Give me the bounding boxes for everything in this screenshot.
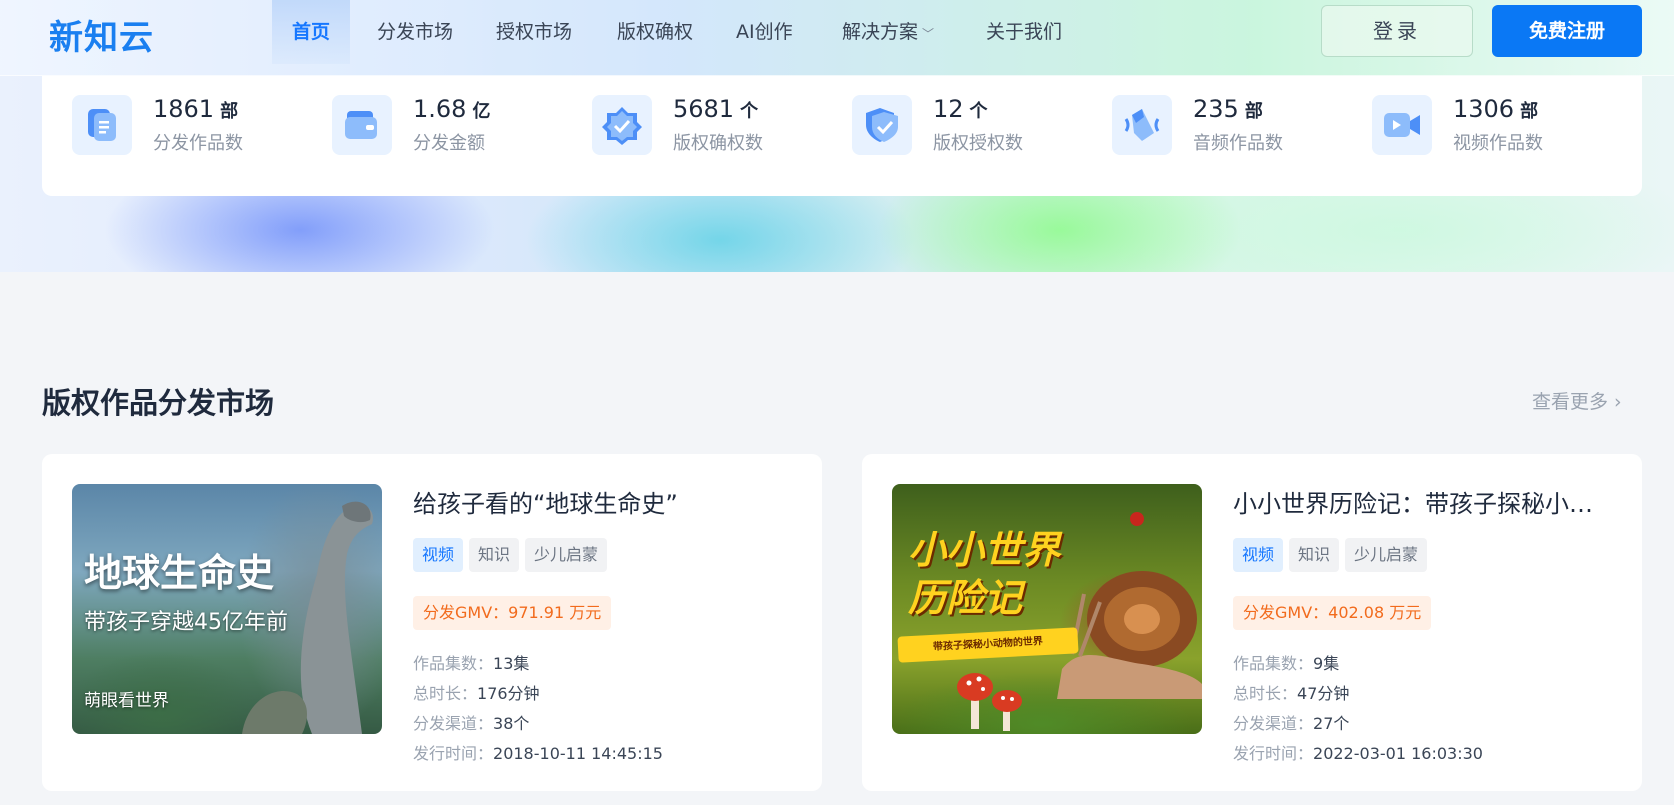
stat-unit: 个: [740, 101, 759, 122]
meta-value: 27个: [1313, 714, 1350, 733]
meta-episodes: 作品集数：9集: [1233, 650, 1339, 674]
meta-label: 发行时间：: [1233, 744, 1314, 763]
nav-item-label: 解决方案: [842, 21, 919, 43]
stat-unit: 亿: [472, 101, 491, 122]
meta-value: 2022-03-01 16:03:30: [1313, 744, 1483, 763]
chevron-right-icon: ›: [1614, 391, 1622, 413]
meta-value: 176分钟: [477, 684, 540, 703]
nav-item-label: 关于我们: [986, 21, 1063, 43]
meta-episodes: 作品集数：13集: [413, 650, 529, 674]
nav-item-label: 首页: [292, 21, 331, 43]
stat-label: 视频作品数: [1453, 133, 1543, 154]
stat-value: 1306: [1453, 95, 1515, 123]
meta-value: 9集: [1313, 654, 1340, 673]
stat-label: 分发金额: [413, 133, 485, 154]
chevron-down-icon: ﹀: [922, 27, 935, 41]
meta-value: 38个: [493, 714, 530, 733]
meta-release-time: 发行时间：2022-03-01 16:03:30: [1233, 740, 1483, 764]
stat-unit: 个: [969, 101, 988, 122]
nav-item-licensing-market[interactable]: 授权市场: [476, 0, 592, 64]
work-thumbnail[interactable]: 小小世界 历险记 带孩子探秘小动物的世界: [892, 484, 1202, 734]
nav-item-copyright-confirmation[interactable]: 版权确权: [597, 0, 713, 64]
work-title[interactable]: 给孩子看的“地球生命史”: [413, 484, 793, 519]
video-camera-icon: [1372, 95, 1432, 155]
meta-label: 总时长：: [1233, 684, 1298, 703]
stat-unit: 部: [220, 101, 239, 122]
meta-label: 分发渠道：: [413, 714, 494, 733]
see-more-link[interactable]: 查看更多 ›: [1532, 387, 1622, 414]
meta-release-time: 发行时间：2018-10-11 14:45:15: [413, 740, 663, 764]
meta-duration: 总时长：176分钟: [413, 680, 540, 704]
register-button[interactable]: 免费注册: [1492, 5, 1642, 57]
work-thumbnail[interactable]: 地球生命史 带孩子穿越45亿年前 萌眼看世界: [72, 484, 382, 734]
stat-unit: 部: [1244, 101, 1263, 122]
nav-item-solutions[interactable]: 解决方案 ﹀: [822, 0, 954, 64]
site-logo[interactable]: 新知云: [49, 10, 154, 59]
thumbnail-brand: 萌眼看世界: [84, 691, 169, 711]
nav-item-label: 分发市场: [377, 21, 454, 43]
meta-label: 分发渠道：: [1233, 714, 1314, 733]
meta-label: 作品集数：: [413, 654, 494, 673]
meta-label: 作品集数：: [1233, 654, 1314, 673]
nav-item-distribution-market[interactable]: 分发市场: [357, 0, 473, 64]
tag-list: 视频 知识 少儿启蒙: [413, 538, 613, 572]
meta-channels: 分发渠道：38个: [413, 710, 529, 734]
gmv-badge: 分发GMV：402.08 万元: [1233, 596, 1432, 630]
meta-duration: 总时长：47分钟: [1233, 680, 1349, 704]
top-navigation: 新知云 首页 分发市场 授权市场 版权确权 AI创作 解决方案 ﹀ 关于我们 登录…: [0, 0, 1674, 76]
nav-item-ai-creation[interactable]: AI创作: [716, 0, 813, 64]
stats-card: 1861 部 分发作品数 1.68 亿 分发金额 5681 个 版权确权数 12 个 版…: [42, 76, 1642, 196]
stat-value: 1861: [153, 95, 215, 123]
nav-item-home[interactable]: 首页: [272, 0, 351, 64]
shield-check-icon: [852, 95, 912, 155]
nav-item-label: 授权市场: [496, 21, 573, 43]
stat-unit: 部: [1520, 101, 1539, 122]
stat-label: 版权授权数: [933, 133, 1023, 154]
document-icon: [72, 95, 132, 155]
verified-badge-icon: [592, 95, 652, 155]
mushroom-illustration: [957, 673, 1022, 731]
meta-label: 发行时间：: [413, 744, 494, 763]
thumbnail-title-line2: 历险记: [908, 576, 1023, 620]
login-button[interactable]: 登录: [1321, 5, 1473, 57]
tag-kids-enlightenment: 少儿启蒙: [525, 538, 608, 572]
thumbnail-title: 小小世界 历险记: [908, 526, 1060, 622]
thumbnail-title: 地球生命史: [84, 551, 275, 595]
section-title: 版权作品分发市场: [42, 386, 275, 420]
stat-value: 5681: [673, 95, 735, 123]
tag-list: 视频 知识 少儿启蒙: [1233, 538, 1433, 572]
meta-value: 2018-10-11 14:45:15: [493, 744, 663, 763]
thumbnail-subtitle: 带孩子穿越45亿年前: [84, 610, 288, 635]
speaker-icon: [1112, 95, 1172, 155]
thumbnail-title-line1: 小小世界: [908, 528, 1061, 572]
gmv-badge: 分发GMV：971.91 万元: [413, 596, 612, 630]
work-card[interactable]: 地球生命史 带孩子穿越45亿年前 萌眼看世界 给孩子看的“地球生命史” 视频 知识…: [42, 454, 822, 791]
meta-value: 47分钟: [1297, 684, 1350, 703]
meta-label: 总时长：: [413, 684, 478, 703]
nav-item-about-us[interactable]: 关于我们: [966, 0, 1082, 64]
stat-value: 12: [933, 95, 964, 123]
tag-knowledge: 知识: [1289, 538, 1340, 572]
tag-video: 视频: [1233, 538, 1284, 572]
stat-value: 235: [1193, 95, 1239, 123]
nav-item-label: 版权确权: [617, 21, 694, 43]
stat-label: 分发作品数: [153, 133, 243, 154]
work-card[interactable]: 小小世界历险记 带孩子探秘小动物的世界 小小世界历险记：带孩子探秘小动物的世界 …: [862, 454, 1642, 791]
stat-label: 音频作品数: [1193, 133, 1283, 154]
work-title[interactable]: 小小世界历险记：带孩子探秘小动物的世界: [1233, 484, 1613, 519]
tag-kids-enlightenment: 少儿启蒙: [1345, 538, 1428, 572]
see-more-label: 查看更多: [1532, 391, 1609, 413]
meta-channels: 分发渠道：27个: [1233, 710, 1349, 734]
stat-label: 版权确权数: [673, 133, 763, 154]
tag-video: 视频: [413, 538, 464, 572]
tag-knowledge: 知识: [469, 538, 520, 572]
nav-item-label: AI创作: [736, 21, 793, 43]
wallet-icon: [332, 95, 392, 155]
meta-value: 13集: [493, 654, 530, 673]
stat-value: 1.68: [413, 95, 467, 123]
